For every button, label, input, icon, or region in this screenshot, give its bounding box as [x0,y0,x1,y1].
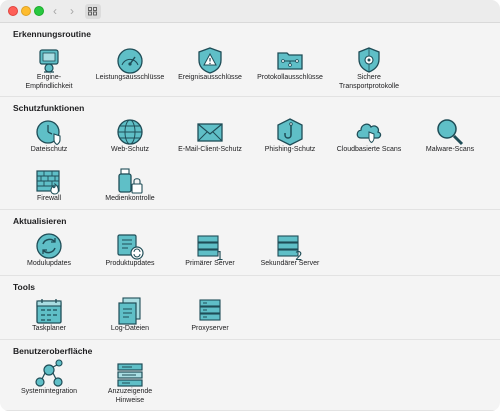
pref-item-label: Protokollausschlüsse [257,74,323,81]
envelope-icon [194,116,226,148]
chevron-left-icon: ‹ [53,4,57,18]
performance-gauge-icon [114,44,146,76]
preferences-window: ‹ › Erkennungsroutine Engine- Empfindlichk… [0,0,500,411]
section-title: Erkennungsroutine [13,29,91,39]
back-button[interactable]: ‹ [47,4,63,19]
fishhook-icon [274,116,306,148]
pref-item-label: Web-Schutz [111,146,149,153]
cloud-shield-icon [353,116,385,148]
pref-item-label: Medienkontrolle [105,195,155,202]
secure-transport-icon [353,44,385,76]
pref-item-label: Cloudbasierte Scans [336,146,402,153]
magnifier-icon [434,116,466,148]
proxy-server-icon [194,295,226,327]
system-integration-icon [33,358,65,390]
folder-network-icon [274,44,306,76]
log-files-icon [114,295,146,327]
calendar-icon [33,295,65,327]
pref-item-label: Leistungsausschlüsse [95,74,165,81]
pref-item-label: Malware-Scans [425,146,475,153]
section-benutzeroberflaeche: Benutzeroberfläche [0,340,500,411]
title-bar: ‹ › [0,0,500,23]
pref-item-label: Dateischutz [30,146,68,153]
pref-item-label: Modulupdates [27,260,71,267]
pref-item-label: Engine- Empfindlichkeit [25,74,73,90]
product-update-icon [114,230,146,262]
close-window-button[interactable] [8,6,18,16]
usb-lock-icon [114,165,146,197]
pref-item-label: Proxyserver [191,325,229,332]
pref-item-label: Systemintegration [20,388,78,395]
globe-icon [114,116,146,148]
notifications-icon [114,358,146,390]
show-all-button[interactable] [85,4,101,19]
pref-item-label: Firewall [36,195,62,202]
pref-item-label: E-Mail-Client-Schutz [178,146,242,153]
pref-item-label: Ereignisausschlüsse [178,74,242,81]
section-title: Aktualisieren [13,216,67,226]
chevron-right-icon: › [70,4,74,18]
pref-item-label: Sekundärer Server [260,260,320,267]
engine-sensitivity-icon [33,44,65,76]
warning-shield-icon [194,44,226,76]
server-secondary-icon: 2 [274,230,306,263]
file-protection-icon [33,116,65,148]
zoom-window-button[interactable] [34,6,44,16]
forward-button[interactable]: › [64,4,80,19]
minimize-window-button[interactable] [21,6,31,16]
refresh-icon [33,230,65,262]
pref-item-label: Phishing-Schutz [264,146,316,153]
server-primary-icon: 1 [194,230,226,263]
pref-item-label: Primärer Server [185,260,235,267]
pref-item-label: Produktupdates [105,260,155,267]
grid-icon [88,7,97,16]
section-title: Benutzeroberfläche [13,346,93,356]
pref-item-label: Anzuzeigende Hinweise [107,388,153,404]
pref-item-label: Sichere Transportprotokolle [338,74,400,90]
firewall-icon [33,165,65,197]
pref-item-label: Log-Dateien [110,325,150,332]
section-title: Schutzfunktionen [13,103,85,113]
section-title: Tools [13,282,36,292]
pref-item-label: Taskplaner [32,325,66,332]
